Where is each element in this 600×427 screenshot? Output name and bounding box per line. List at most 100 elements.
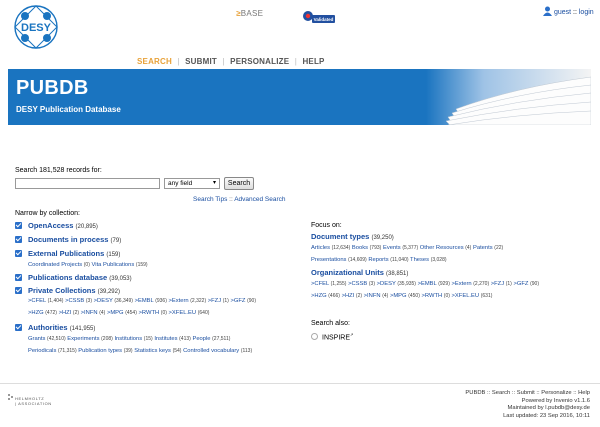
collection-count: (39,053)	[109, 276, 132, 282]
sub-link[interactable]: >INFN	[364, 293, 381, 299]
sub-link-count: (1,404)	[47, 298, 64, 304]
sub-link-count: (450)	[408, 293, 420, 299]
footer-link-submit[interactable]: Submit	[517, 390, 535, 396]
sub-link-count: (1)	[222, 298, 229, 304]
focus-label: Focus on:	[311, 222, 342, 229]
sub-link[interactable]: >XFEL.EU	[452, 293, 480, 299]
sub-link[interactable]: Events	[383, 245, 401, 251]
footer-link-pubdb[interactable]: PUBDB	[465, 390, 485, 396]
field-select[interactable]: any field ▾	[164, 178, 220, 189]
top-nav: SEARCH | SUBMIT | PERSONALIZE | HELP	[137, 57, 325, 66]
nav-search[interactable]: SEARCH	[137, 57, 172, 66]
collection-5[interactable]: Authorities (141,955)	[28, 323, 95, 332]
sub-link-count: (22)	[494, 245, 504, 251]
desy-logo-text: DESY	[21, 22, 52, 34]
sub-link[interactable]: Grants	[28, 336, 45, 342]
sub-link[interactable]: Periodicals	[28, 348, 56, 354]
sub-link[interactable]: Presentations	[311, 257, 346, 263]
inspire-radio[interactable]	[311, 333, 318, 340]
sub-link-count: (90)	[247, 298, 256, 304]
collection-checkbox[interactable]	[15, 250, 22, 257]
sub-link[interactable]: Other Resources	[420, 245, 464, 251]
sub-link[interactable]: Institutes	[154, 336, 177, 342]
collection-3[interactable]: Publications database (39,053)	[28, 273, 132, 282]
sub-link[interactable]: >HZI	[342, 293, 355, 299]
sub-link[interactable]: Patents	[473, 245, 493, 251]
sub-link[interactable]: Publication types	[78, 348, 122, 354]
sub-link[interactable]: >HZG	[311, 293, 327, 299]
nav-submit[interactable]: SUBMIT	[185, 57, 217, 66]
sub-link[interactable]: Books	[352, 245, 368, 251]
sub-link[interactable]: Institutions	[114, 336, 142, 342]
sub-link[interactable]: Theses	[410, 257, 429, 263]
sub-link[interactable]: >HZI	[59, 310, 72, 316]
maintained-by[interactable]: Maintained by l.pubdb@desy.de	[465, 405, 590, 413]
sub-link[interactable]: Experiments	[67, 336, 99, 342]
sub-link[interactable]: Coordinated Projects	[28, 262, 82, 268]
nav-help[interactable]: HELP	[302, 57, 324, 66]
collection-checkbox[interactable]	[15, 222, 22, 229]
sub-link[interactable]: >FZJ	[491, 281, 504, 287]
login-link[interactable]: login	[579, 9, 594, 16]
sub-link[interactable]: >HZG	[28, 310, 44, 316]
sub-link[interactable]: >DESY	[377, 281, 396, 287]
nav-personalize[interactable]: PERSONALIZE	[230, 57, 289, 66]
collection-checkbox[interactable]	[15, 287, 22, 294]
sub-link[interactable]: >CSSB	[348, 281, 367, 287]
sub-link[interactable]: >EMBL	[418, 281, 437, 287]
focus-count: (39,250)	[371, 235, 394, 241]
sub-link[interactable]: >INFN	[81, 310, 98, 316]
sub-link[interactable]: >Extern	[169, 298, 189, 304]
inspire-label[interactable]: INSPIRE↗	[322, 332, 353, 341]
sub-link[interactable]: >GFZ	[513, 281, 528, 287]
links-sep: ::	[229, 196, 233, 203]
desy-logo[interactable]: DESY	[10, 4, 62, 50]
sub-link-count: (466)	[328, 293, 340, 299]
sub-link[interactable]: >MPG	[390, 293, 407, 299]
sub-link[interactable]: >Extern	[452, 281, 472, 287]
search-input[interactable]	[15, 178, 160, 189]
footer-sep: ::	[487, 390, 491, 396]
sub-link-count: (2)	[355, 293, 363, 299]
collection-1[interactable]: Documents in process (79)	[28, 235, 121, 244]
guest-link[interactable]: guest	[554, 9, 571, 16]
sub-link[interactable]: >EMBL	[135, 298, 154, 304]
footer-divider	[0, 383, 600, 384]
sub-link-count: (413)	[179, 336, 191, 342]
collection-checkbox[interactable]	[15, 324, 22, 331]
sub-link[interactable]: Vita Publications	[92, 262, 135, 268]
sub-link[interactable]: >FZJ	[208, 298, 221, 304]
sub-link[interactable]: >RWTH	[139, 310, 160, 316]
sub-link[interactable]: Controlled vocabulary	[183, 348, 239, 354]
sub-link[interactable]: >CFEL	[28, 298, 46, 304]
sub-link-count: (15)	[143, 336, 153, 342]
search-button[interactable]: Search	[224, 177, 254, 190]
collection-checkbox[interactable]	[15, 236, 22, 243]
sub-link[interactable]: >CFEL	[311, 281, 329, 287]
sub-link[interactable]: >DESY	[94, 298, 113, 304]
search-tips-link[interactable]: Search Tips	[193, 196, 227, 203]
nav-sep: |	[294, 57, 297, 66]
footer-link-help[interactable]: Help	[578, 390, 590, 396]
footer-link-search[interactable]: Search	[492, 390, 510, 396]
advanced-search-link[interactable]: Advanced Search	[234, 196, 285, 203]
sub-link[interactable]: Articles	[311, 245, 330, 251]
sub-link[interactable]: Reports	[368, 257, 388, 263]
sub-link[interactable]: >RWTH	[422, 293, 443, 299]
sub-link[interactable]: People	[192, 336, 210, 342]
collection-checkbox[interactable]	[15, 274, 22, 281]
collection-0[interactable]: OpenAccess (20,895)	[28, 221, 98, 230]
collection-2[interactable]: External Publications (159)	[28, 249, 120, 258]
sub-link[interactable]: >CSSB	[65, 298, 84, 304]
collection-4[interactable]: Private Collections (39,292)	[28, 286, 120, 295]
sub-link[interactable]: Statistics keys	[134, 348, 171, 354]
sub-link[interactable]: >XFEL.EU	[169, 310, 197, 316]
inspire-text: INSPIRE	[322, 334, 351, 342]
footer-link-personalize[interactable]: Personalize	[541, 390, 571, 396]
sub-link[interactable]: >GFZ	[230, 298, 245, 304]
focus-0[interactable]: Document types (39,250)	[311, 232, 394, 241]
sub-link[interactable]: >MPG	[107, 310, 124, 316]
base-logo[interactable]: ≥BASE	[236, 9, 263, 18]
validated-badge[interactable]: Validated	[301, 10, 335, 24]
focus-1[interactable]: Organizational Units (38,851)	[311, 268, 408, 277]
